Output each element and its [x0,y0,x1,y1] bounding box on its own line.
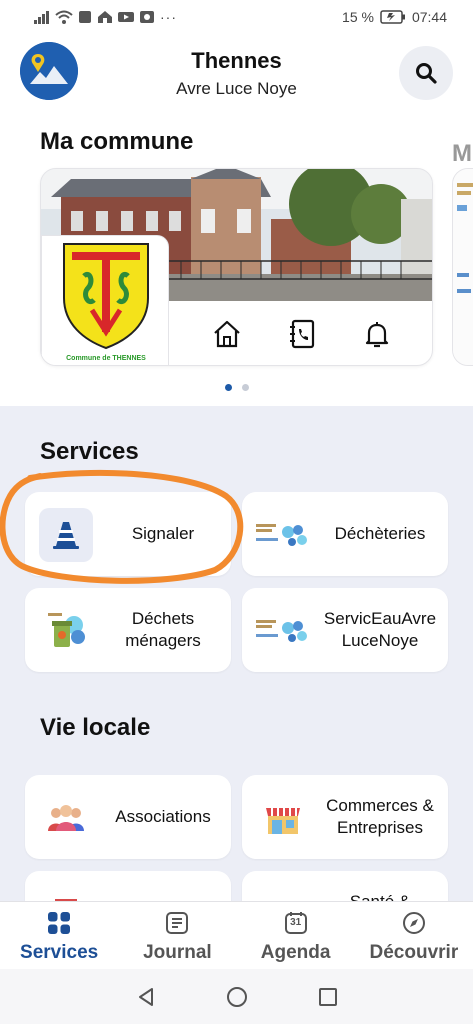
contact-book-icon [289,319,314,349]
search-button[interactable] [399,46,453,100]
status-icons-right: 15 % 07:44 [342,9,447,25]
compass-icon [401,910,427,936]
tab-decouvrir[interactable]: Découvrir [355,902,473,969]
bottom-tab-bar: Services Journal 31 Agenda Découvrir [0,901,473,969]
ma-commune-section: Ma commune M Commune de THENNES [0,120,473,406]
recents-icon[interactable] [317,986,339,1008]
tab-label-decouvrir: Découvrir [369,942,459,963]
calendar-icon: 31 [283,910,309,936]
coat-of-arms-label: Commune de THENNES [66,355,146,362]
home-notif-icon [98,11,112,23]
notification-icon [79,11,91,23]
contact-button[interactable] [282,314,322,354]
status-bar: ··· 15 % 07:44 [0,0,473,34]
home-icon [213,320,240,348]
dechets-menagers-logo [39,604,93,658]
system-nav-bar [0,969,473,1024]
dechetteries-logo [256,508,310,562]
photo-notif-icon [140,11,154,23]
home-nav-icon[interactable] [226,986,248,1008]
vie-locale-title: Vie locale [40,714,151,741]
tile-commerces[interactable]: Commerces & Entreprises [242,775,448,859]
tile-label-service-eau: ServicEauAvre LuceNoye [323,609,437,650]
status-icons-left: ··· [34,9,177,25]
traffic-cone-icon [39,508,93,562]
tile-service-eau[interactable]: ServicEauAvre LuceNoye [242,588,448,672]
back-icon[interactable] [135,986,157,1008]
tile-label-decheteries: Déchèteries [334,524,426,543]
calendar-number: 31 [290,917,302,928]
tab-services[interactable]: Services [0,902,118,969]
shop-icon [256,791,310,845]
commune-quick-actions [169,301,432,365]
commune-card[interactable]: Commune de THENNES [40,168,433,366]
tile-signaler[interactable]: Signaler [25,492,231,576]
tile-associations[interactable]: Associations [25,775,231,859]
tile-label-signaler: Signaler [131,524,195,543]
tab-label-agenda: Agenda [260,942,331,963]
battery-icon [380,10,405,24]
ma-commune-title: Ma commune [40,128,194,155]
alerts-button[interactable] [357,314,397,354]
tile-label-dechets-menagers: Déchets ménagers [125,609,201,650]
tab-label-journal: Journal [143,942,212,963]
coat-of-arms-shield-icon [63,243,149,350]
battery-percent: 15 % [342,9,374,25]
service-eau-logo [256,604,310,658]
tab-journal[interactable]: Journal [118,902,236,969]
tile-dechets-menagers[interactable]: Déchets ménagers [25,588,231,672]
tile-label-associations: Associations [115,807,211,826]
services-title: Services [40,438,139,465]
next-card-title: M [452,140,472,167]
more-notifications-icon: ··· [160,9,177,25]
tile-label-commerces: Commerces & Entreprises [326,796,434,837]
next-card-image [453,169,473,365]
search-icon [416,63,437,84]
bell-icon [365,322,388,348]
app-header: Thennes Avre Luce Noye [0,34,473,120]
carousel-dots [0,384,473,391]
home-button[interactable] [207,314,247,354]
tab-agenda[interactable]: 31 Agenda [237,902,355,969]
grid-icon [46,910,72,936]
tile-decheteries[interactable]: Déchèteries [242,492,448,576]
wifi-icon [55,10,73,24]
coat-of-arms: Commune de THENNES [41,235,169,365]
youtube-icon [118,12,134,22]
people-icon [39,791,93,845]
signal-icon [34,10,49,24]
journal-icon [164,910,190,936]
carousel-dot-2[interactable] [241,384,249,391]
carousel-dot-1[interactable] [224,384,232,391]
clock: 07:44 [411,9,447,25]
next-card-preview[interactable] [452,168,473,366]
tab-label-services: Services [20,942,99,963]
